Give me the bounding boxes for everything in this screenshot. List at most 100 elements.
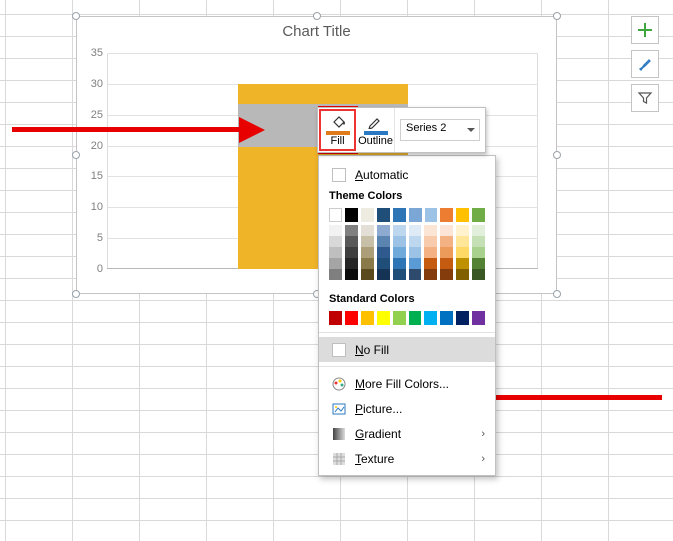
color-swatch[interactable] xyxy=(329,208,342,222)
color-swatch[interactable] xyxy=(456,269,469,280)
chart-elements-button[interactable] xyxy=(631,16,659,44)
color-swatch[interactable] xyxy=(440,225,453,236)
selection-handle[interactable] xyxy=(72,290,80,298)
color-swatch[interactable] xyxy=(377,247,390,258)
color-swatch[interactable] xyxy=(377,311,390,325)
color-swatch[interactable] xyxy=(361,236,374,247)
selection-handle[interactable] xyxy=(313,12,321,20)
color-swatch[interactable] xyxy=(393,258,406,269)
color-swatch[interactable] xyxy=(424,247,437,258)
more-fill-colors-item[interactable]: More Fill Colors... xyxy=(319,371,495,396)
color-swatch[interactable] xyxy=(345,208,358,222)
color-swatch[interactable] xyxy=(345,311,358,325)
color-swatch[interactable] xyxy=(440,258,453,269)
color-swatch[interactable] xyxy=(409,208,422,222)
color-swatch[interactable] xyxy=(424,311,437,325)
chart-filters-button[interactable] xyxy=(631,84,659,112)
color-swatch[interactable] xyxy=(409,311,422,325)
color-swatch[interactable] xyxy=(377,258,390,269)
color-swatch[interactable] xyxy=(329,269,342,280)
color-swatch[interactable] xyxy=(440,247,453,258)
color-swatch[interactable] xyxy=(393,225,406,236)
color-swatch[interactable] xyxy=(377,236,390,247)
color-swatch[interactable] xyxy=(329,311,342,325)
color-swatch[interactable] xyxy=(345,258,358,269)
color-swatch[interactable] xyxy=(329,247,342,258)
color-swatch[interactable] xyxy=(345,236,358,247)
color-swatch[interactable] xyxy=(377,269,390,280)
color-swatch[interactable] xyxy=(329,258,342,269)
color-swatch[interactable] xyxy=(393,236,406,247)
color-swatch[interactable] xyxy=(361,208,374,222)
color-swatch[interactable] xyxy=(409,247,422,258)
gradient-item[interactable]: Gradient › xyxy=(319,421,495,446)
separator xyxy=(319,332,495,333)
color-swatch[interactable] xyxy=(440,269,453,280)
color-swatch[interactable] xyxy=(361,311,374,325)
chevron-right-icon: › xyxy=(481,453,485,465)
color-swatch[interactable] xyxy=(440,208,453,222)
selection-handle[interactable] xyxy=(72,151,80,159)
color-swatch[interactable] xyxy=(409,225,422,236)
color-swatch[interactable] xyxy=(424,258,437,269)
color-swatch[interactable] xyxy=(456,311,469,325)
color-swatch[interactable] xyxy=(345,269,358,280)
more-tail: ore Fill Colors... xyxy=(365,377,449,391)
color-swatch[interactable] xyxy=(472,236,485,247)
selection-handle[interactable] xyxy=(72,12,80,20)
y-tick-label: 25 xyxy=(85,109,103,121)
color-swatch[interactable] xyxy=(456,258,469,269)
chart-styles-button[interactable] xyxy=(631,50,659,78)
color-swatch[interactable] xyxy=(472,311,485,325)
color-swatch[interactable] xyxy=(393,247,406,258)
color-swatch[interactable] xyxy=(440,311,453,325)
color-swatch[interactable] xyxy=(329,236,342,247)
color-swatch[interactable] xyxy=(409,269,422,280)
color-swatch[interactable] xyxy=(409,258,422,269)
color-swatch[interactable] xyxy=(361,225,374,236)
outline-button[interactable]: Outline xyxy=(357,108,394,152)
fill-label: Fill xyxy=(330,135,344,147)
color-swatch[interactable] xyxy=(472,225,485,236)
color-swatch[interactable] xyxy=(424,269,437,280)
color-swatch[interactable] xyxy=(440,236,453,247)
selection-handle[interactable] xyxy=(553,12,561,20)
color-swatch[interactable] xyxy=(377,208,390,222)
color-swatch[interactable] xyxy=(377,225,390,236)
color-swatch[interactable] xyxy=(424,225,437,236)
selection-handle[interactable] xyxy=(553,151,561,159)
theme-colors-row xyxy=(319,205,495,225)
gradient-tail: radient xyxy=(364,427,401,441)
chart-title[interactable]: Chart Title xyxy=(77,17,556,40)
color-swatch[interactable] xyxy=(424,236,437,247)
color-swatch[interactable] xyxy=(345,247,358,258)
separator xyxy=(319,366,495,367)
color-swatch[interactable] xyxy=(393,208,406,222)
color-swatch[interactable] xyxy=(393,269,406,280)
nofill-tail: o Fill xyxy=(364,343,389,357)
selection-handle[interactable] xyxy=(553,290,561,298)
color-swatch[interactable] xyxy=(456,247,469,258)
color-swatch[interactable] xyxy=(472,258,485,269)
color-swatch[interactable] xyxy=(409,236,422,247)
color-swatch[interactable] xyxy=(456,225,469,236)
color-swatch[interactable] xyxy=(456,208,469,222)
color-swatch[interactable] xyxy=(472,269,485,280)
color-swatch[interactable] xyxy=(329,225,342,236)
color-swatch[interactable] xyxy=(361,247,374,258)
picture-item[interactable]: Picture... xyxy=(319,396,495,421)
color-swatch[interactable] xyxy=(393,311,406,325)
fill-automatic[interactable]: Automatic xyxy=(319,162,495,187)
no-fill-item[interactable]: No Fill xyxy=(319,337,495,362)
y-tick-label: 20 xyxy=(85,140,103,152)
texture-item[interactable]: Texture › xyxy=(319,446,495,471)
color-swatch[interactable] xyxy=(345,225,358,236)
color-swatch[interactable] xyxy=(361,269,374,280)
color-swatch[interactable] xyxy=(456,236,469,247)
color-swatch[interactable] xyxy=(425,208,438,222)
color-swatch[interactable] xyxy=(472,208,485,222)
color-swatch[interactable] xyxy=(472,247,485,258)
fill-button[interactable]: Fill xyxy=(319,109,356,151)
color-swatch[interactable] xyxy=(361,258,374,269)
series-selector-dropdown[interactable]: Series 2 xyxy=(400,119,480,141)
